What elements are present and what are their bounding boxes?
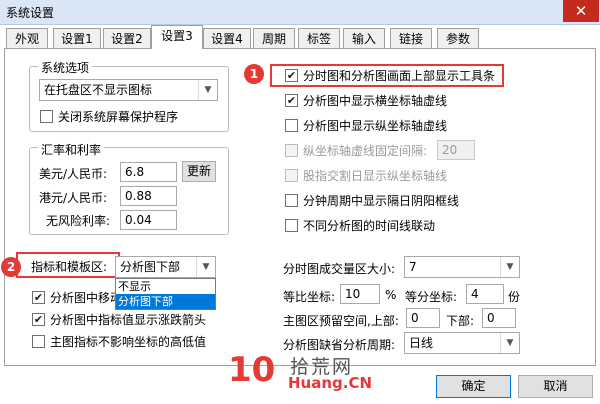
hkd-rate-input[interactable]: 0.88 — [120, 186, 177, 206]
chevron-down-icon: ▼ — [500, 257, 519, 277]
vgrid-option-checkbox[interactable] — [285, 119, 298, 132]
fixed-interval-label: 纵坐标轴虚线固定间隔: — [303, 144, 428, 158]
equal-unit: 份 — [508, 290, 521, 304]
close-screensaver-checkbox[interactable] — [40, 110, 53, 123]
annotation-badge-2: 2 — [1, 257, 21, 277]
toolbar-option-label: 分时图和分析图画面上部显示工具条 — [303, 69, 496, 83]
tab-settings2[interactable]: 设置2 — [103, 28, 151, 48]
usd-rate-input[interactable]: 6.8 — [120, 162, 177, 182]
timeline-link-label: 不同分析图的时间线联动 — [303, 219, 436, 233]
dropdown-option-hide[interactable]: 不显示 — [116, 279, 215, 294]
reserve-top-input[interactable]: 0 — [406, 308, 440, 328]
title-bar — [0, 0, 600, 25]
tab-settings1[interactable]: 设置1 — [53, 28, 101, 48]
tab-links[interactable]: 链接 — [390, 28, 432, 48]
tab-params[interactable]: 参数 — [437, 28, 479, 48]
ok-button[interactable]: 确定 — [436, 375, 511, 398]
tray-icon-select-value: 在托盘区不显示图标 — [44, 83, 153, 97]
tab-appearance[interactable]: 外观 — [6, 28, 48, 48]
chevron-down-icon: ▼ — [196, 257, 215, 277]
cancel-button[interactable]: 取消 — [518, 375, 593, 398]
main-indicator-label: 主图指标不影响坐标的高低值 — [50, 335, 207, 349]
delivery-day-label: 股指交割日显示纵坐标轴线 — [303, 169, 448, 183]
vol-area-select[interactable]: 7 ▼ — [404, 256, 520, 278]
usd-label: 美元/人民币: — [39, 167, 108, 181]
fixed-interval-checkbox[interactable] — [285, 144, 298, 157]
tab-input[interactable]: 输入 — [343, 28, 385, 48]
overnight-frame-checkbox[interactable] — [285, 194, 298, 207]
default-period-select[interactable]: 日线 ▼ — [404, 332, 520, 354]
reserve-label: 主图区预留空间,上部: — [283, 314, 399, 328]
main-indicator-checkbox[interactable] — [32, 335, 45, 348]
tab-settings4[interactable]: 设置4 — [203, 28, 251, 48]
exchange-title: 汇率和利率 — [38, 141, 105, 158]
toolbar-option-checkbox[interactable]: ✔ — [285, 69, 298, 82]
arrow-option-label: 分析图中指标值显示涨跌箭头 — [50, 313, 207, 327]
vol-area-select-value: 7 — [409, 260, 417, 274]
arrow-option-checkbox[interactable]: ✔ — [32, 313, 45, 326]
move-option-label: 分析图中移动 — [50, 291, 123, 305]
vgrid-option-label: 分析图中显示纵坐标轴虚线 — [303, 119, 448, 133]
interval-input[interactable]: 20 — [437, 140, 475, 160]
watermark-logo: 10 拾荒网 Huang.CN — [228, 350, 398, 398]
ratio-input[interactable]: 10 — [340, 284, 380, 304]
ratio-label: 等比坐标: — [283, 290, 336, 304]
reserve-bottom-label: 下部: — [446, 314, 475, 328]
dropdown-option-lower[interactable]: 分析图下部 — [116, 294, 215, 309]
indicator-area-dropdown: 不显示 分析图下部 — [115, 278, 216, 310]
tab-labels[interactable]: 标签 — [298, 28, 340, 48]
indicator-area-label: 指标和模板区: — [31, 260, 108, 274]
annotation-badge-1: 1 — [244, 64, 264, 84]
indicator-area-select-value: 分析图下部 — [120, 260, 181, 274]
update-button[interactable]: 更新 — [182, 161, 216, 182]
watermark-number: 10 — [228, 350, 276, 390]
delivery-day-checkbox[interactable] — [285, 169, 298, 182]
overnight-frame-label: 分钟周期中显示隔日阴阳框线 — [303, 194, 460, 208]
hgrid-option-checkbox[interactable]: ✔ — [285, 94, 298, 107]
tab-settings3[interactable]: 设置3 — [151, 25, 203, 49]
indicator-area-select[interactable]: 分析图下部 ▼ — [115, 256, 216, 278]
reserve-bottom-input[interactable]: 0 — [482, 308, 516, 328]
ratio-unit: % — [385, 288, 397, 302]
close-screensaver-label: 关闭系统屏幕保护程序 — [58, 110, 179, 124]
chevron-down-icon: ▼ — [198, 80, 217, 100]
watermark-en: Huang.CN — [288, 374, 373, 392]
close-button[interactable]: ✕ — [563, 0, 599, 22]
default-period-select-value: 日线 — [409, 336, 434, 350]
riskfree-label: 无风险利率: — [46, 214, 111, 228]
window-title: 系统设置 — [6, 6, 55, 20]
tray-icon-select[interactable]: 在托盘区不显示图标 ▼ — [39, 79, 218, 101]
hgrid-option-label: 分析图中显示横坐标轴虚线 — [303, 94, 448, 108]
system-options-title: 系统选项 — [38, 59, 93, 76]
equal-input[interactable]: 4 — [466, 284, 504, 304]
riskfree-rate-input[interactable]: 0.04 — [120, 210, 177, 230]
hkd-label: 港元/人民币: — [39, 191, 108, 205]
move-option-checkbox[interactable]: ✔ — [32, 291, 45, 304]
chevron-down-icon: ▼ — [500, 333, 519, 353]
timeline-link-checkbox[interactable] — [285, 219, 298, 232]
tab-period[interactable]: 周期 — [253, 28, 295, 48]
vol-area-label: 分时图成交量区大小: — [283, 262, 396, 276]
equal-label: 等分坐标: — [405, 290, 458, 304]
